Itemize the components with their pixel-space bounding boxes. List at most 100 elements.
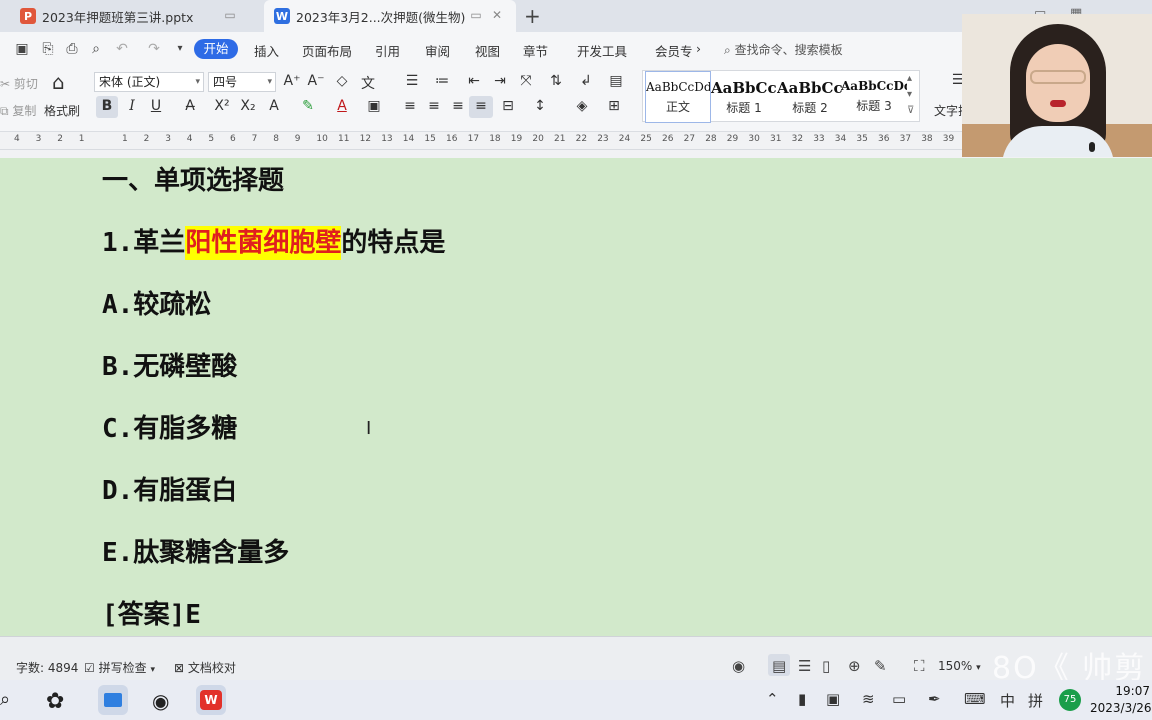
ruler-number: 21 xyxy=(554,134,566,144)
char-border-icon[interactable]: ▣ xyxy=(364,98,384,114)
phonetic-icon[interactable]: 文 xyxy=(358,73,378,93)
indent-icon[interactable]: ⇥ xyxy=(490,73,510,89)
writing-mode-icon[interactable]: ✎ xyxy=(874,657,887,675)
system-clock[interactable]: 19:07 2023/3/26 xyxy=(1090,683,1152,717)
close-icon[interactable]: ✕ xyxy=(489,8,505,22)
word-count[interactable]: 字数: 4894 xyxy=(16,659,78,676)
tab-view[interactable]: 视图 xyxy=(475,41,500,60)
font-shrink-icon[interactable]: A⁻ xyxy=(306,73,326,89)
screen-icon[interactable]: ▭ xyxy=(468,8,484,22)
align-right-icon[interactable]: ≡ xyxy=(448,98,468,114)
align-center-icon[interactable]: ≡ xyxy=(424,98,444,114)
style-normal[interactable]: AaBbCcDd 正文 xyxy=(645,71,711,123)
screenshot-icon[interactable]: ▣ xyxy=(826,690,840,708)
eye-protection-icon[interactable]: ◉ xyxy=(732,657,745,675)
tab-start[interactable]: 开始 xyxy=(194,39,238,59)
doc-proof-button[interactable]: ⊠ 文档校对 xyxy=(174,659,236,676)
ruler-number: 28 xyxy=(705,134,717,144)
underline-icon[interactable]: U xyxy=(146,98,166,114)
tab-chapter[interactable]: 章节 xyxy=(523,41,548,60)
bullet-list-icon[interactable]: ☰ xyxy=(402,73,422,89)
style-scroll-down-icon[interactable]: ▾ xyxy=(907,89,912,100)
wifi-icon[interactable]: ≋ xyxy=(862,690,875,708)
sort-icon[interactable]: ⇅ xyxy=(546,73,566,89)
highlighter-icon[interactable]: ✎ xyxy=(298,98,318,114)
line-spacing-icon[interactable]: ↕ xyxy=(530,98,550,114)
undo-icon[interactable]: ↶ xyxy=(114,41,130,57)
tab-insert[interactable]: 插入 xyxy=(254,41,279,60)
style-heading-3[interactable]: AaBbCcDd 标题 3 xyxy=(841,71,907,123)
tab-page-layout[interactable]: 页面布局 xyxy=(302,41,352,60)
redo-icon[interactable]: ↷ xyxy=(146,41,162,57)
clear-format-icon[interactable]: ◇ xyxy=(332,73,352,89)
ime-language[interactable]: 中 xyxy=(1000,690,1015,711)
style-heading-2[interactable]: AaBbCcI 标题 2 xyxy=(777,71,843,123)
bold-icon[interactable]: B xyxy=(97,98,117,114)
superscript-icon[interactable]: X² xyxy=(212,98,232,114)
ruler-number: 34 xyxy=(834,134,847,144)
text-direction-icon[interactable]: ⤧ xyxy=(516,73,536,89)
search-icon[interactable]: ⌕ xyxy=(0,689,10,710)
ime-mode[interactable]: 拼 xyxy=(1028,690,1043,711)
app-obs-icon[interactable]: ◉ xyxy=(152,689,169,713)
new-tab-button[interactable]: + xyxy=(524,4,541,28)
page-view-icon[interactable]: ▤ xyxy=(772,657,786,675)
web-view-icon[interactable]: ⊕ xyxy=(848,657,861,675)
menu-more-icon[interactable]: › xyxy=(696,41,701,56)
taskbar-app-explorer[interactable] xyxy=(98,685,128,715)
keyboard-icon[interactable]: ⌨ xyxy=(964,690,986,708)
font-name-select[interactable]: 宋体 (正文) ▾ xyxy=(94,72,204,92)
distributed-icon[interactable]: ⊟ xyxy=(498,98,518,114)
export-icon[interactable]: ⎘ xyxy=(40,41,56,57)
text-effect-icon[interactable]: A xyxy=(264,98,284,114)
option-c: C.有脂多糖 xyxy=(102,414,238,444)
font-grow-icon[interactable]: A⁺ xyxy=(282,73,302,89)
line-break-icon[interactable]: ↲ xyxy=(576,73,596,89)
copy-button[interactable]: ⧉ 复制 xyxy=(0,102,36,119)
outline-view-icon[interactable]: ☰ xyxy=(798,657,811,675)
taskbar-app-wps[interactable]: W xyxy=(196,685,226,715)
spell-check-button[interactable]: ☑ 拼写检查 ▾ xyxy=(84,659,155,676)
zoom-level[interactable]: 150% ▾ xyxy=(938,659,981,673)
quick-access-dropdown-icon[interactable]: ▾ xyxy=(172,41,188,57)
align-left-icon[interactable]: ≡ xyxy=(400,98,420,114)
app-pinwheel-icon[interactable]: ✿ xyxy=(46,689,64,714)
numbered-list-icon[interactable]: ≔ xyxy=(432,73,452,89)
shading-icon[interactable]: ◈ xyxy=(572,98,592,114)
print-preview-icon[interactable]: ⌕ xyxy=(88,41,104,57)
notification-badge[interactable]: 75 xyxy=(1059,689,1081,711)
screen-icon[interactable]: ▭ xyxy=(222,8,238,22)
fit-page-icon[interactable]: ⛶ xyxy=(914,657,925,675)
style-scroll-up-icon[interactable]: ▴ xyxy=(907,73,912,84)
tab-references[interactable]: 引用 xyxy=(375,41,400,60)
command-search[interactable]: ⌕ 查找命令、搜索模板 xyxy=(724,41,843,58)
tab-member[interactable]: 会员专 xyxy=(655,41,693,60)
justify-icon[interactable]: ≡ xyxy=(471,98,491,114)
subscript-icon[interactable]: X₂ xyxy=(238,98,258,114)
table-icon[interactable]: ▤ xyxy=(606,73,626,89)
tray-chevron-icon[interactable]: ⌃ xyxy=(766,690,779,708)
tab-developer[interactable]: 开发工具 xyxy=(577,41,627,60)
document-page[interactable]: 一、单项选择题 1.革兰阳性菌细胞壁的特点是 A.较疏松 B.无磷壁酸 C.有脂… xyxy=(0,158,1152,636)
style-expand-icon[interactable]: ⊽ xyxy=(907,105,914,116)
borders-icon[interactable]: ⊞ xyxy=(604,98,624,114)
font-color-icon[interactable]: A xyxy=(332,98,352,114)
microphone-icon[interactable]: ▮ xyxy=(798,690,806,708)
style-heading-1[interactable]: AaBbCcI 标题 1 xyxy=(711,71,777,123)
strikethrough-icon[interactable]: A̶ xyxy=(180,98,200,114)
scissors-icon: ✂ xyxy=(0,77,11,91)
outdent-icon[interactable]: ⇤ xyxy=(464,73,484,89)
brush-icon[interactable]: ⌂ xyxy=(52,70,65,94)
tab-docx[interactable]: W 2023年3月2...次押题(微生物) ▭ ✕ xyxy=(264,0,516,32)
pen-icon[interactable]: ✒ xyxy=(928,690,941,708)
cut-button[interactable]: ✂ 剪切 xyxy=(0,75,38,92)
format-painter-label[interactable]: 格式刷 xyxy=(44,102,80,119)
italic-icon[interactable]: I xyxy=(122,98,142,114)
battery-icon[interactable]: ▭ xyxy=(892,690,906,708)
reading-view-icon[interactable]: ▯ xyxy=(822,657,830,675)
print-icon[interactable]: ⎙ xyxy=(64,41,80,57)
save-icon[interactable]: ▣ xyxy=(14,41,30,57)
tab-pptx[interactable]: P 2023年押题班第三讲.pptx ▭ xyxy=(10,0,260,32)
tab-review[interactable]: 审阅 xyxy=(425,41,450,60)
font-size-select[interactable]: 四号 ▾ xyxy=(208,72,276,92)
